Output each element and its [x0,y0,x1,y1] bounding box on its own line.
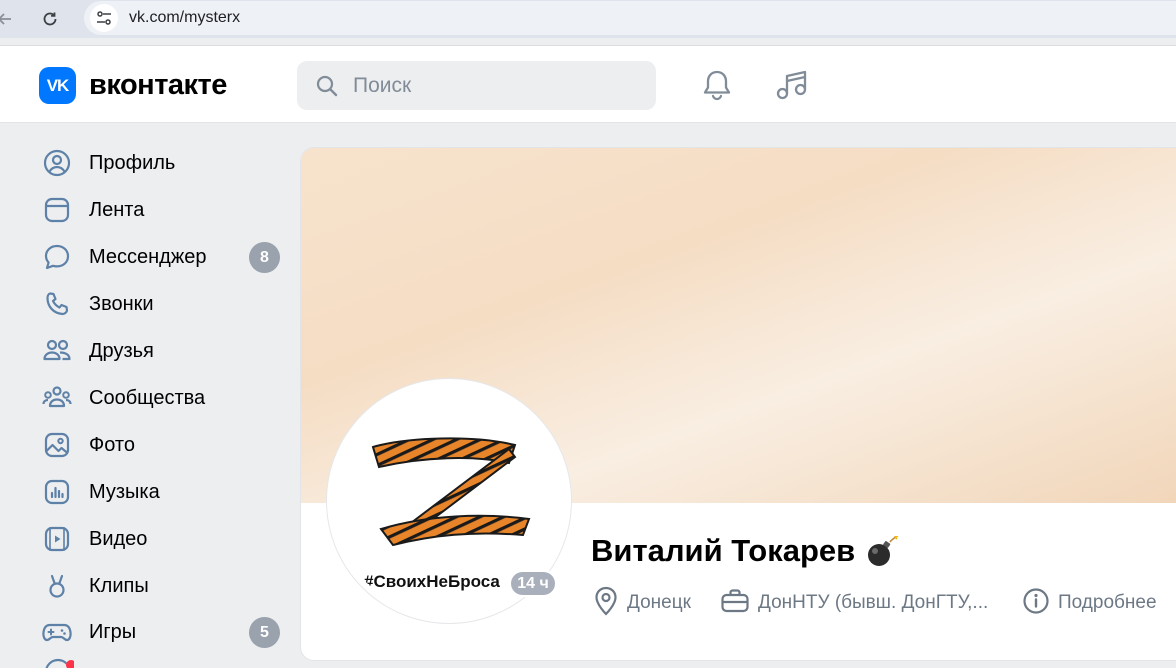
sidebar-item-label: Клипы [89,574,149,597]
vk-logo-mark: VK [39,67,76,104]
sidebar-item-label: Профиль [89,151,176,174]
sidebar-item-partial-icon [44,658,74,668]
friends-icon [42,336,72,366]
avatar-hashtag: #СвоихНеБроса [364,572,500,591]
sidebar-item-video[interactable]: Видео [42,521,282,557]
profile-city[interactable]: Донецк [593,586,691,621]
music-note-icon[interactable] [774,67,810,103]
site-header: VK вконтакте [0,45,1176,123]
message-bubble-icon [42,242,72,272]
profile-more-button[interactable]: Подробнее [1022,587,1157,620]
work-label: ДонНТУ (бывш. ДонГТУ,... [758,592,989,613]
sidebar-item-music[interactable]: Музыка [42,474,282,510]
city-label: Донецк [627,592,691,613]
bomb-icon [864,534,900,573]
url-text[interactable]: vk.com/mysterx [129,9,240,27]
site-settings-icon[interactable] [90,4,118,32]
profile-work[interactable]: ДонНТУ (бывш. ДонГТУ,... [720,588,988,618]
back-arrow-icon[interactable] [0,6,18,32]
search-icon [315,74,339,103]
sidebar-item-label: Друзья [89,339,154,362]
sidebar-item-label: Видео [89,527,148,550]
music-icon [42,477,72,507]
reload-icon[interactable] [37,6,63,32]
sidebar-item-friends[interactable]: Друзья [42,333,282,369]
sidebar-item-communities[interactable]: Сообщества [42,380,282,416]
sidebar-item-games[interactable]: Игры 5 [42,614,282,650]
sidebar-item-profile[interactable]: Профиль [42,145,282,181]
last-seen-badge: 14 ч [509,570,557,597]
sidebar-item-label: Мессенджер [89,245,207,268]
vk-logo-text: вконтакте [89,69,227,101]
sidebar-item-clips[interactable]: Клипы [42,568,282,604]
sidebar-item-label: Лента [89,198,145,221]
sidebar-item-label: Звонки [89,292,154,315]
location-pin-icon [593,586,619,621]
more-label: Подробнее [1058,592,1157,613]
video-icon [42,524,72,554]
sidebar-item-label: Сообщества [89,386,206,409]
sidebar-item-feed[interactable]: Лента [42,192,282,228]
address-bar[interactable]: vk.com/mysterx [84,1,1176,35]
search-box[interactable] [297,61,656,110]
sidebar-item-label: Фото [89,433,135,456]
sidebar-item-messenger[interactable]: Мессенджер 8 [42,239,282,275]
profile-name: Виталий Токарев [591,533,856,568]
clips-icon [42,571,72,601]
browser-toolbar: vk.com/mysterx [0,0,1176,38]
sidebar-item-photo[interactable]: Фото [42,427,282,463]
vk-logo[interactable]: VK вконтакте [39,67,227,104]
games-count-badge: 5 [249,617,280,648]
sidebar-item-label: Музыка [89,480,160,503]
unread-count-badge: 8 [249,242,280,273]
sidebar: Профиль Лента Мессенджер 8 Звонки Друзья… [0,124,300,668]
bell-icon[interactable] [699,67,735,103]
user-circle-icon [42,148,72,178]
phone-icon [42,289,72,319]
communities-icon [42,383,72,413]
search-input[interactable] [353,61,643,110]
photo-icon [42,430,72,460]
sidebar-item-label: Игры [89,620,137,643]
sidebar-item-calls[interactable]: Звонки [42,286,282,322]
notification-dot [66,660,74,668]
gamepad-icon [42,617,72,647]
info-icon [1022,587,1050,620]
feed-icon [42,195,72,225]
briefcase-icon [720,587,750,620]
